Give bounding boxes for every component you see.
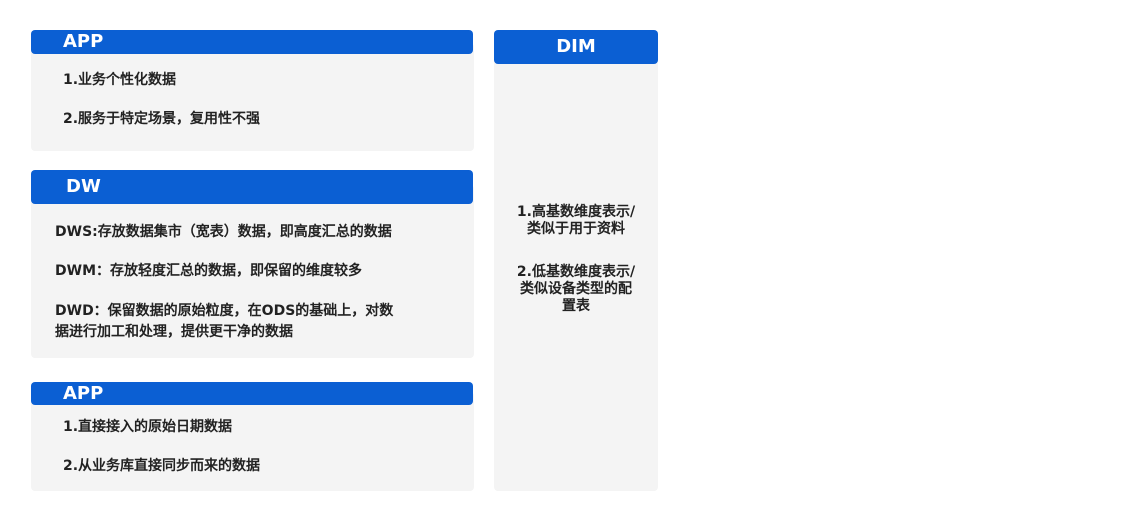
dw-line-dwd-2: 据进行加工和处理，提供更干净的数据 bbox=[55, 324, 293, 340]
dim-item-2: 2.低基数维度表示/ 类似设备类型的配 置表 bbox=[494, 264, 658, 315]
dim-item-1-line-2: 类似于用于资料 bbox=[527, 221, 625, 237]
dim-item-1-line-1: 1.高基数维度表示/ bbox=[516, 204, 636, 220]
dim-item-2-line-1: 2.低基数维度表示/ bbox=[516, 264, 636, 280]
app-bottom-header: APP bbox=[31, 382, 473, 405]
app-top-line-2: 2.服务于特定场景，复用性不强 bbox=[63, 111, 261, 127]
dw-line-dws: DWS:存放数据集市（宽表）数据，即高度汇总的数据 bbox=[55, 224, 392, 240]
dw-line-dwm: DWM：存放轻度汇总的数据，即保留的维度较多 bbox=[55, 263, 362, 279]
app-bottom-title: APP bbox=[63, 383, 104, 404]
dw-line-dwd-1: DWD：保留数据的原始粒度，在ODS的基础上，对数 bbox=[55, 303, 394, 319]
dim-header: DIM bbox=[494, 30, 658, 64]
app-bottom-line-1: 1.直接接入的原始日期数据 bbox=[63, 419, 233, 435]
dw-header: DW bbox=[31, 170, 473, 204]
dim-item-2-line-3: 置表 bbox=[562, 298, 590, 314]
dim-item-1: 1.高基数维度表示/ 类似于用于资料 bbox=[494, 204, 658, 238]
dw-title: DW bbox=[66, 176, 101, 197]
app-top-title: APP bbox=[63, 31, 104, 52]
dim-item-2-line-2: 类似设备类型的配 bbox=[520, 281, 632, 297]
app-bottom-line-2: 2.从业务库直接同步而来的数据 bbox=[63, 458, 261, 474]
app-top-header: APP bbox=[31, 30, 473, 54]
app-bottom-panel bbox=[31, 392, 474, 491]
dim-title: DIM bbox=[556, 36, 596, 57]
app-top-line-1: 1.业务个性化数据 bbox=[63, 72, 177, 88]
app-top-panel bbox=[31, 43, 474, 151]
